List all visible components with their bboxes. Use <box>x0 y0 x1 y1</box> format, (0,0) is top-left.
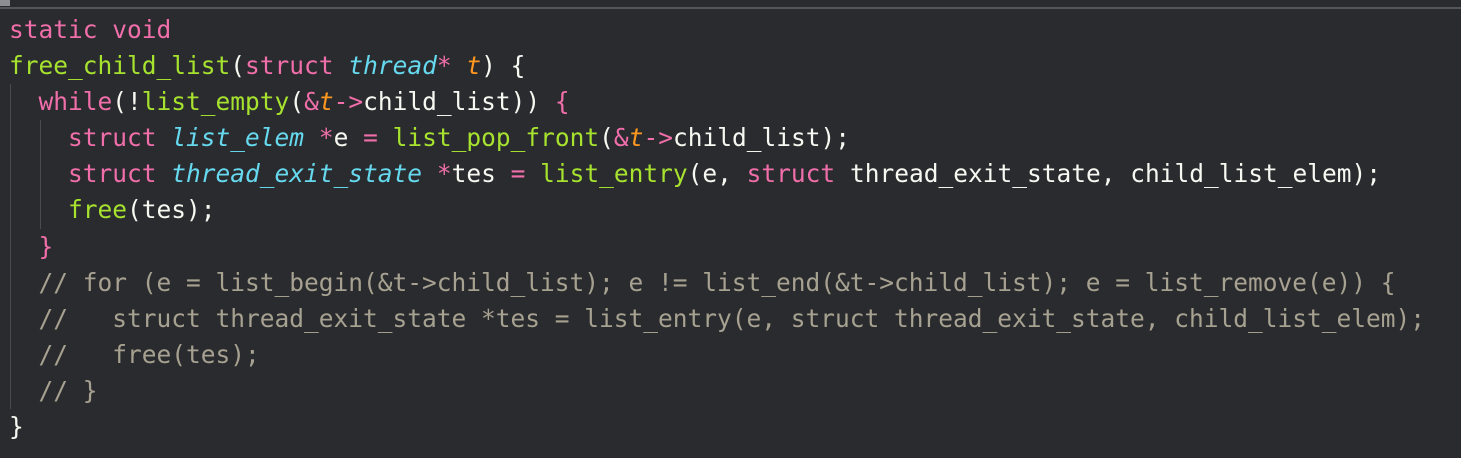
plain-token: e <box>333 123 364 153</box>
operator-token: * <box>436 51 452 81</box>
plain-token: (tes); <box>127 195 216 225</box>
code-line-3: while(!list_empty(&t->child_list)) { <box>9 84 1425 121</box>
operator-token: = <box>363 123 378 153</box>
code-editor[interactable]: static void free_child_list(struct thread… <box>9 12 1425 445</box>
keyword-token: struct <box>68 123 157 153</box>
operator-token: * <box>436 159 452 189</box>
code-line-1: static void <box>9 12 1425 48</box>
keyword-token: } <box>38 231 54 261</box>
plain-token: ( <box>289 87 305 117</box>
operator-token: = <box>510 159 526 189</box>
code-line-12: } <box>9 409 1425 445</box>
keyword-token: while <box>38 87 113 117</box>
code-line-9: // struct thread_exit_state *tes = list_… <box>9 300 1426 337</box>
code-line-11: // } <box>9 372 1425 410</box>
code-line-4: struct list_elem *e = list_pop_front(&t-… <box>9 120 1425 157</box>
keyword-token: { <box>554 87 570 117</box>
code-line-5: struct thread_exit_state *tes = list_ent… <box>9 156 1425 193</box>
plain-token: (! <box>112 87 142 117</box>
function-name-token: free <box>68 195 128 225</box>
code-line-6: free(tes); <box>9 192 1425 229</box>
type-name-token: list_elem <box>171 123 305 153</box>
keyword-token: struct <box>245 51 334 81</box>
keyword-token: struct <box>746 159 836 189</box>
scroll-corner-marker <box>0 0 10 6</box>
plain-token: child_list)) <box>363 87 555 117</box>
code-line-8: // for (e = list_begin(&t->child_list); … <box>9 264 1425 301</box>
function-name-token: list_pop_front <box>392 123 600 153</box>
plain-token: thread_exit_state, child_list_elem); <box>835 159 1381 189</box>
plain-token: ) { <box>481 51 526 81</box>
plain-token: ( <box>599 123 614 153</box>
code-line-7: } <box>9 228 1425 265</box>
comment-token: // free(tes); <box>38 339 260 369</box>
parameter-token: t <box>466 51 482 81</box>
operator-token: & <box>304 87 319 117</box>
type-name-token: thread_exit_state <box>171 159 423 189</box>
plain-token: tes <box>451 159 511 189</box>
plain-token: } <box>9 412 24 442</box>
plain-token: child_list); <box>672 123 850 153</box>
operator-token: * <box>318 123 334 153</box>
keyword-token: static void <box>9 15 172 44</box>
comment-token: // struct thread_exit_state *tes = list_… <box>38 303 1426 333</box>
parameter-token: t <box>318 87 334 117</box>
function-name-token: free_child_list <box>9 51 231 81</box>
operator-token: -> <box>333 87 364 117</box>
plain-token: (e, <box>687 159 747 189</box>
operator-token: & <box>613 123 629 153</box>
plain-token: ( <box>230 51 246 81</box>
function-name-token: list_entry <box>540 159 688 189</box>
code-line-10: // free(tes); <box>9 336 1425 374</box>
code-line-2: free_child_list(struct thread* t) { <box>9 48 1425 84</box>
parameter-token: t <box>628 123 644 153</box>
comment-token: // } <box>38 375 98 405</box>
type-name-token: thread <box>348 51 437 81</box>
keyword-token: struct <box>68 159 157 189</box>
operator-token: -> <box>643 123 673 153</box>
function-name-token: list_empty <box>141 87 290 117</box>
editor-top-bar <box>0 0 1461 9</box>
comment-token: // for (e = list_begin(&t->child_list); … <box>38 267 1396 297</box>
